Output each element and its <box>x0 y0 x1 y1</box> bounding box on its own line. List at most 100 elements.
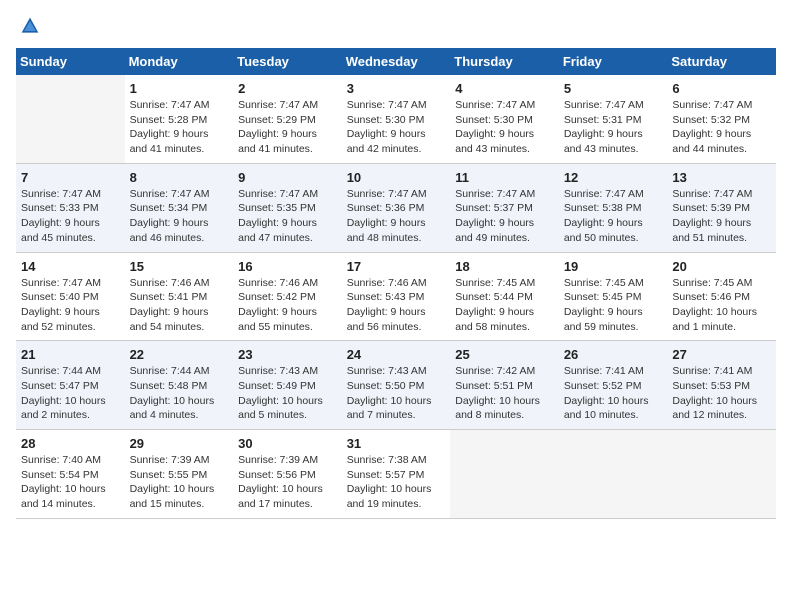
day-info: Sunrise: 7:46 AMSunset: 5:42 PMDaylight:… <box>238 276 337 335</box>
day-info: Sunrise: 7:38 AMSunset: 5:57 PMDaylight:… <box>347 453 446 512</box>
day-number: 16 <box>238 259 337 274</box>
day-info: Sunrise: 7:46 AMSunset: 5:41 PMDaylight:… <box>130 276 229 335</box>
calendar-cell: 22 Sunrise: 7:44 AMSunset: 5:48 PMDayligh… <box>125 341 234 430</box>
calendar-cell: 23 Sunrise: 7:43 AMSunset: 5:49 PMDayligh… <box>233 341 342 430</box>
day-info: Sunrise: 7:47 AMSunset: 5:36 PMDaylight:… <box>347 187 446 246</box>
column-header-sunday: Sunday <box>16 48 125 75</box>
day-number: 27 <box>672 347 771 362</box>
week-row-1: 1 Sunrise: 7:47 AMSunset: 5:28 PMDaylight… <box>16 75 776 163</box>
logo <box>16 16 40 36</box>
calendar-cell: 10Sunrise: 7:47 AMSunset: 5:36 PMDayligh… <box>342 163 451 252</box>
day-number: 30 <box>238 436 337 451</box>
day-info: Sunrise: 7:47 AMSunset: 5:31 PMDaylight:… <box>564 98 663 157</box>
calendar-cell: 25 Sunrise: 7:42 AMSunset: 5:51 PMDayligh… <box>450 341 559 430</box>
day-number: 20 <box>672 259 771 274</box>
week-row-4: 21Sunrise: 7:44 AMSunset: 5:47 PMDayligh… <box>16 341 776 430</box>
calendar-cell: 6 Sunrise: 7:47 AMSunset: 5:32 PMDaylight… <box>667 75 776 163</box>
calendar-cell: 18 Sunrise: 7:45 AMSunset: 5:44 PMDayligh… <box>450 252 559 341</box>
calendar-cell: 19Sunrise: 7:45 AMSunset: 5:45 PMDayligh… <box>559 252 668 341</box>
day-number: 31 <box>347 436 446 451</box>
day-number: 4 <box>455 81 554 96</box>
day-number: 28 <box>21 436 120 451</box>
calendar-cell: 20 Sunrise: 7:45 AMSunset: 5:46 PMDayligh… <box>667 252 776 341</box>
day-number: 9 <box>238 170 337 185</box>
day-info: Sunrise: 7:47 AMSunset: 5:29 PMDaylight:… <box>238 98 337 157</box>
day-number: 7 <box>21 170 120 185</box>
calendar-cell: 4 Sunrise: 7:47 AMSunset: 5:30 PMDaylight… <box>450 75 559 163</box>
day-info: Sunrise: 7:47 AMSunset: 5:30 PMDaylight:… <box>347 98 446 157</box>
day-info: Sunrise: 7:47 AMSunset: 5:34 PMDaylight:… <box>130 187 229 246</box>
column-header-monday: Monday <box>125 48 234 75</box>
calendar-cell: 30 Sunrise: 7:39 AMSunset: 5:56 PMDayligh… <box>233 430 342 519</box>
calendar-cell: 7 Sunrise: 7:47 AMSunset: 5:33 PMDaylight… <box>16 163 125 252</box>
day-info: Sunrise: 7:41 AMSunset: 5:52 PMDaylight:… <box>564 364 663 423</box>
day-info: Sunrise: 7:41 AMSunset: 5:53 PMDaylight:… <box>672 364 771 423</box>
calendar-cell: 14 Sunrise: 7:47 AMSunset: 5:40 PMDayligh… <box>16 252 125 341</box>
calendar-table: SundayMondayTuesdayWednesdayThursdayFrid… <box>16 48 776 519</box>
day-info: Sunrise: 7:47 AMSunset: 5:37 PMDaylight:… <box>455 187 554 246</box>
calendar-cell: 1 Sunrise: 7:47 AMSunset: 5:28 PMDaylight… <box>125 75 234 163</box>
calendar-cell: 8Sunrise: 7:47 AMSunset: 5:34 PMDaylight… <box>125 163 234 252</box>
day-number: 26 <box>564 347 663 362</box>
day-info: Sunrise: 7:39 AMSunset: 5:56 PMDaylight:… <box>238 453 337 512</box>
calendar-cell: 29 Sunrise: 7:39 AMSunset: 5:55 PMDayligh… <box>125 430 234 519</box>
calendar-cell: 31 Sunrise: 7:38 AMSunset: 5:57 PMDayligh… <box>342 430 451 519</box>
day-info: Sunrise: 7:43 AMSunset: 5:50 PMDaylight:… <box>347 364 446 423</box>
calendar-cell: 26 Sunrise: 7:41 AMSunset: 5:52 PMDayligh… <box>559 341 668 430</box>
day-info: Sunrise: 7:47 AMSunset: 5:32 PMDaylight:… <box>672 98 771 157</box>
day-number: 5 <box>564 81 663 96</box>
calendar-cell: 15 Sunrise: 7:46 AMSunset: 5:41 PMDayligh… <box>125 252 234 341</box>
calendar-cell <box>559 430 668 519</box>
day-info: Sunrise: 7:47 AMSunset: 5:28 PMDaylight:… <box>130 98 229 157</box>
day-number: 18 <box>455 259 554 274</box>
page-header <box>16 16 776 36</box>
calendar-cell: 21Sunrise: 7:44 AMSunset: 5:47 PMDayligh… <box>16 341 125 430</box>
day-info: Sunrise: 7:47 AMSunset: 5:38 PMDaylight:… <box>564 187 663 246</box>
day-number: 19 <box>564 259 663 274</box>
calendar-cell <box>16 75 125 163</box>
day-info: Sunrise: 7:42 AMSunset: 5:51 PMDaylight:… <box>455 364 554 423</box>
calendar-cell: 24 Sunrise: 7:43 AMSunset: 5:50 PMDayligh… <box>342 341 451 430</box>
day-number: 17 <box>347 259 446 274</box>
day-number: 29 <box>130 436 229 451</box>
day-number: 1 <box>130 81 229 96</box>
calendar-cell: 5 Sunrise: 7:47 AMSunset: 5:31 PMDaylight… <box>559 75 668 163</box>
day-number: 23 <box>238 347 337 362</box>
day-info: Sunrise: 7:40 AMSunset: 5:54 PMDaylight:… <box>21 453 120 512</box>
column-header-wednesday: Wednesday <box>342 48 451 75</box>
day-number: 15 <box>130 259 229 274</box>
day-info: Sunrise: 7:44 AMSunset: 5:47 PMDaylight:… <box>21 364 120 423</box>
day-info: Sunrise: 7:47 AMSunset: 5:30 PMDaylight:… <box>455 98 554 157</box>
calendar-cell: 12 Sunrise: 7:47 AMSunset: 5:38 PMDayligh… <box>559 163 668 252</box>
day-number: 2 <box>238 81 337 96</box>
calendar-cell: 17 Sunrise: 7:46 AMSunset: 5:43 PMDayligh… <box>342 252 451 341</box>
day-number: 6 <box>672 81 771 96</box>
day-number: 25 <box>455 347 554 362</box>
day-number: 13 <box>672 170 771 185</box>
calendar-cell: 16 Sunrise: 7:46 AMSunset: 5:42 PMDayligh… <box>233 252 342 341</box>
day-info: Sunrise: 7:45 AMSunset: 5:46 PMDaylight:… <box>672 276 771 335</box>
calendar-cell: 9 Sunrise: 7:47 AMSunset: 5:35 PMDaylight… <box>233 163 342 252</box>
day-info: Sunrise: 7:44 AMSunset: 5:48 PMDaylight:… <box>130 364 229 423</box>
week-row-5: 28 Sunrise: 7:40 AMSunset: 5:54 PMDayligh… <box>16 430 776 519</box>
day-number: 14 <box>21 259 120 274</box>
day-info: Sunrise: 7:47 AMSunset: 5:33 PMDaylight:… <box>21 187 120 246</box>
calendar-cell: 13Sunrise: 7:47 AMSunset: 5:39 PMDayligh… <box>667 163 776 252</box>
day-info: Sunrise: 7:39 AMSunset: 5:55 PMDaylight:… <box>130 453 229 512</box>
column-header-thursday: Thursday <box>450 48 559 75</box>
day-number: 22 <box>130 347 229 362</box>
day-number: 24 <box>347 347 446 362</box>
day-info: Sunrise: 7:47 AMSunset: 5:40 PMDaylight:… <box>21 276 120 335</box>
day-number: 12 <box>564 170 663 185</box>
day-info: Sunrise: 7:45 AMSunset: 5:44 PMDaylight:… <box>455 276 554 335</box>
day-number: 3 <box>347 81 446 96</box>
week-row-2: 7 Sunrise: 7:47 AMSunset: 5:33 PMDaylight… <box>16 163 776 252</box>
day-info: Sunrise: 7:46 AMSunset: 5:43 PMDaylight:… <box>347 276 446 335</box>
calendar-cell: 3 Sunrise: 7:47 AMSunset: 5:30 PMDaylight… <box>342 75 451 163</box>
calendar-cell: 27 Sunrise: 7:41 AMSunset: 5:53 PMDayligh… <box>667 341 776 430</box>
day-info: Sunrise: 7:47 AMSunset: 5:35 PMDaylight:… <box>238 187 337 246</box>
calendar-cell: 2 Sunrise: 7:47 AMSunset: 5:29 PMDaylight… <box>233 75 342 163</box>
week-row-3: 14 Sunrise: 7:47 AMSunset: 5:40 PMDayligh… <box>16 252 776 341</box>
day-info: Sunrise: 7:43 AMSunset: 5:49 PMDaylight:… <box>238 364 337 423</box>
day-number: 11 <box>455 170 554 185</box>
